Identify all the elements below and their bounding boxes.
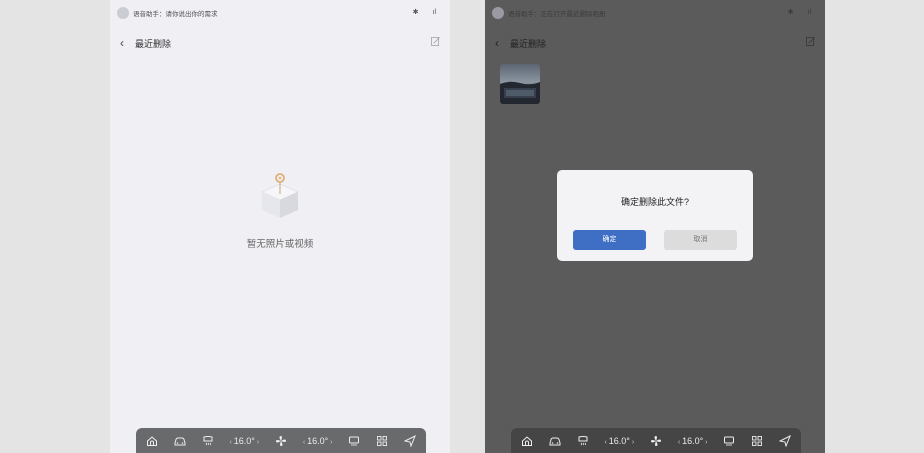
navigation-icon[interactable] <box>779 434 791 447</box>
apps-grid-icon[interactable] <box>376 435 388 447</box>
confirm-dialog: 确定删除此文件? 确定 取消 <box>557 170 753 261</box>
edit-icon[interactable] <box>431 37 440 46</box>
seat-heat-icon[interactable] <box>202 435 214 447</box>
home-icon[interactable] <box>521 435 533 447</box>
back-icon[interactable]: ‹ <box>120 35 124 51</box>
rear-defrost-icon[interactable] <box>723 435 735 447</box>
dialog-message: 确定删除此文件? <box>620 197 689 207</box>
bluetooth-icon: ✱ <box>412 9 419 16</box>
back-icon[interactable]: ‹ <box>495 35 499 51</box>
empty-message: 暂无照片或视频 <box>246 239 314 250</box>
temperature-right[interactable]: ‹ 16.0° › <box>678 436 708 446</box>
temperature-right[interactable]: ‹ 16.0° › <box>303 436 333 446</box>
car-icon[interactable] <box>174 435 186 447</box>
status-bar: 语音助手：正在打开最近删除相册 ✱ ıl <box>485 0 825 30</box>
edit-icon[interactable] <box>806 37 815 46</box>
page-title: 最近删除 <box>135 39 172 49</box>
nav-bar: ‹ 最近删除 <box>485 34 825 54</box>
status-text: 语音助手：正在打开最近删除相册 <box>508 11 606 18</box>
bottom-dock: ‹ 16.0° › ‹ 16.0° › <box>136 428 426 453</box>
car-icon[interactable] <box>549 435 561 447</box>
confirm-button[interactable]: 确定 <box>573 230 646 250</box>
signal-icon: ıl <box>807 9 812 16</box>
page-title: 最近删除 <box>510 39 547 49</box>
seat-heat-icon[interactable] <box>577 435 589 447</box>
avatar-icon[interactable] <box>492 7 504 19</box>
right-screen: 语音助手：正在打开最近删除相册 ✱ ıl ‹ 最近删除 确定删除此文件? 确定 … <box>485 0 825 453</box>
avatar-icon[interactable] <box>117 7 129 19</box>
home-icon[interactable] <box>146 435 158 447</box>
empty-box-icon <box>261 173 299 218</box>
temperature-left[interactable]: ‹ 16.0° › <box>604 436 634 446</box>
nav-bar: ‹ 最近删除 <box>110 34 450 54</box>
rear-defrost-icon[interactable] <box>348 435 360 447</box>
fan-icon[interactable] <box>275 435 287 447</box>
cancel-button[interactable]: 取消 <box>664 230 737 250</box>
temperature-left[interactable]: ‹ 16.0° › <box>229 436 259 446</box>
photo-thumbnail-image <box>500 64 540 104</box>
status-bar: 语音助手：请你说出你的需求 ✱ ıl <box>110 0 450 30</box>
status-text: 语音助手：请你说出你的需求 <box>133 11 218 18</box>
left-screen: 语音助手：请你说出你的需求 ✱ ıl ‹ 最近删除 暂无照片或视频 ‹ 16.0… <box>110 0 450 453</box>
status-icons: ✱ ıl <box>413 8 436 16</box>
fan-icon[interactable] <box>650 435 662 447</box>
photo-thumbnail[interactable] <box>500 64 540 104</box>
status-icons: ✱ ıl <box>788 8 811 16</box>
signal-icon: ıl <box>432 9 437 16</box>
bluetooth-icon: ✱ <box>787 9 794 16</box>
navigation-icon[interactable] <box>404 434 416 447</box>
bottom-dock: ‹ 16.0° › ‹ 16.0° › <box>511 428 801 453</box>
apps-grid-icon[interactable] <box>751 435 763 447</box>
